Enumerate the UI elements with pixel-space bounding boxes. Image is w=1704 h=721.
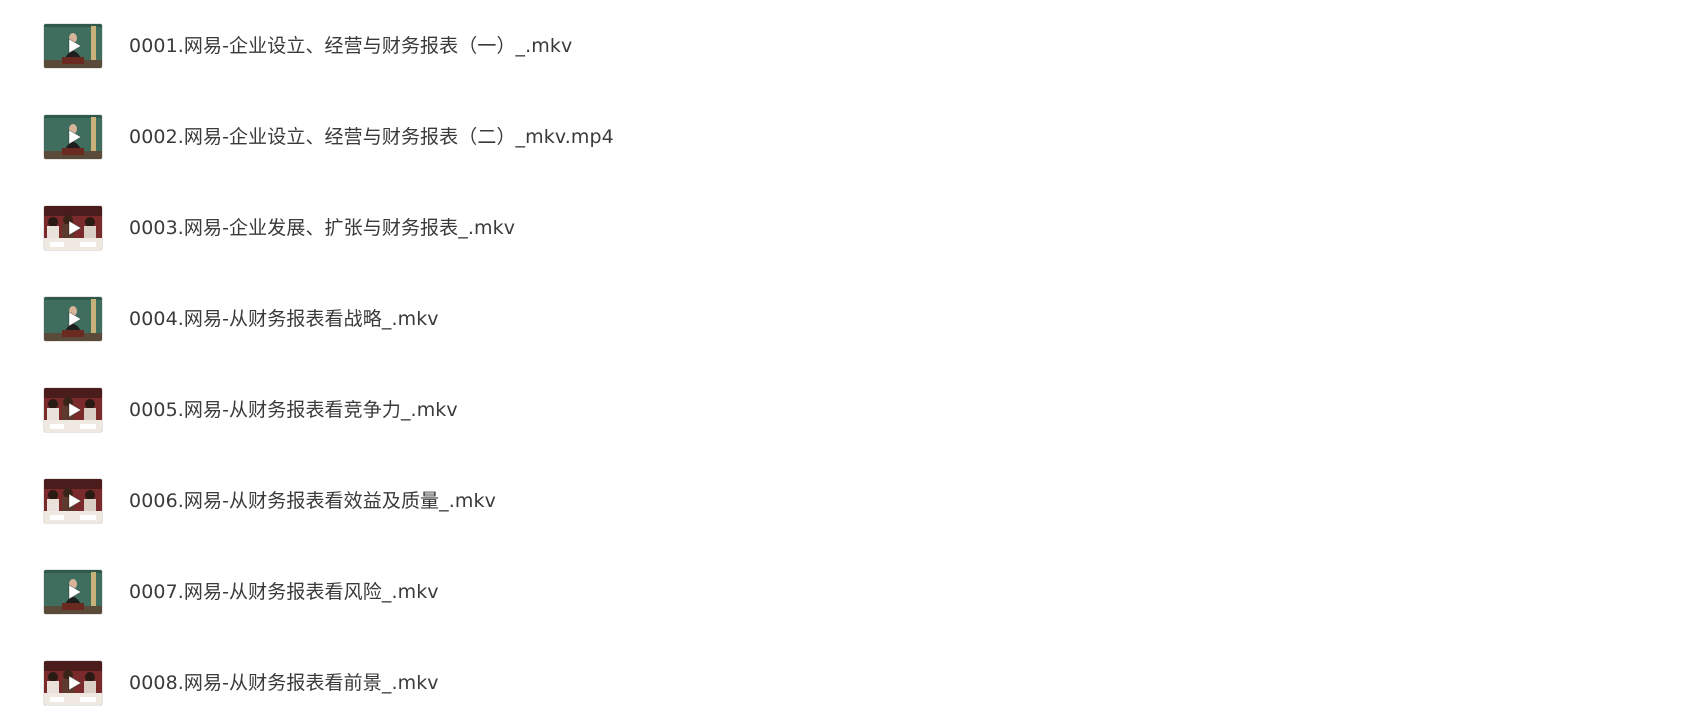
- play-icon[interactable]: [65, 674, 83, 692]
- list-item[interactable]: 0001.网易-企业设立、经营与财务报表（一）_.mkv: [0, 10, 1704, 82]
- file-name[interactable]: 0006.网易-从财务报表看效益及质量_.mkv: [129, 489, 496, 513]
- file-name[interactable]: 0001.网易-企业设立、经营与财务报表（一）_.mkv: [129, 34, 572, 58]
- list-item[interactable]: 0008.网易-从财务报表看前景_.mkv: [0, 647, 1704, 719]
- file-name[interactable]: 0002.网易-企业设立、经营与财务报表（二）_mkv.mp4: [129, 125, 614, 149]
- list-item[interactable]: 0002.网易-企业设立、经营与财务报表（二）_mkv.mp4: [0, 101, 1704, 173]
- play-icon[interactable]: [65, 401, 83, 419]
- file-name[interactable]: 0007.网易-从财务报表看风险_.mkv: [129, 580, 439, 604]
- video-thumbnail[interactable]: [44, 661, 102, 705]
- list-item[interactable]: 0005.网易-从财务报表看竞争力_.mkv: [0, 374, 1704, 446]
- file-name[interactable]: 0005.网易-从财务报表看竞争力_.mkv: [129, 398, 458, 422]
- list-item[interactable]: 0004.网易-从财务报表看战略_.mkv: [0, 283, 1704, 355]
- list-item[interactable]: 0003.网易-企业发展、扩张与财务报表_.mkv: [0, 192, 1704, 264]
- video-thumbnail[interactable]: [44, 388, 102, 432]
- video-thumbnail[interactable]: [44, 115, 102, 159]
- play-icon[interactable]: [65, 128, 83, 146]
- video-thumbnail[interactable]: [44, 206, 102, 250]
- list-item[interactable]: 0006.网易-从财务报表看效益及质量_.mkv: [0, 465, 1704, 537]
- video-thumbnail[interactable]: [44, 24, 102, 68]
- list-item[interactable]: 0007.网易-从财务报表看风险_.mkv: [0, 556, 1704, 628]
- play-icon[interactable]: [65, 37, 83, 55]
- play-icon[interactable]: [65, 492, 83, 510]
- video-thumbnail[interactable]: [44, 297, 102, 341]
- file-name[interactable]: 0003.网易-企业发展、扩张与财务报表_.mkv: [129, 216, 515, 240]
- play-icon[interactable]: [65, 219, 83, 237]
- file-name[interactable]: 0004.网易-从财务报表看战略_.mkv: [129, 307, 439, 331]
- play-icon[interactable]: [65, 310, 83, 328]
- video-thumbnail[interactable]: [44, 479, 102, 523]
- video-thumbnail[interactable]: [44, 570, 102, 614]
- play-icon[interactable]: [65, 583, 83, 601]
- file-name[interactable]: 0008.网易-从财务报表看前景_.mkv: [129, 671, 439, 695]
